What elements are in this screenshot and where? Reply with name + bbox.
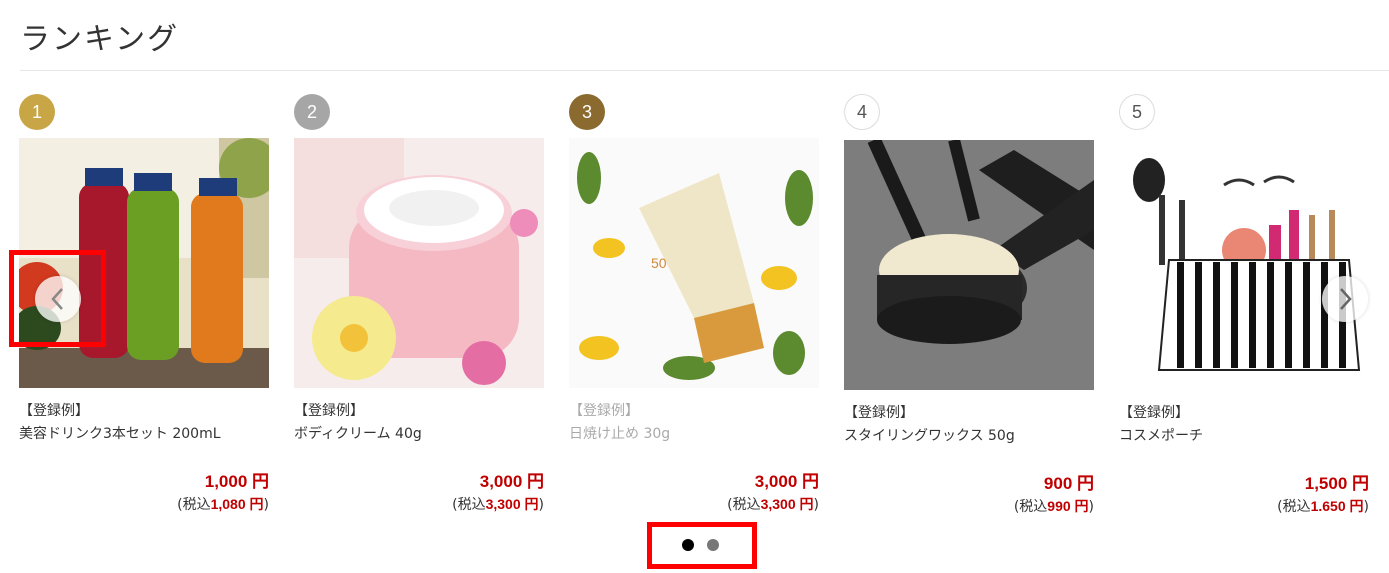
product-price: 3,000 円 bbox=[754, 472, 819, 491]
product-price-tax: (税込3,300 円) bbox=[452, 496, 544, 513]
rank-badge: 3 bbox=[569, 94, 605, 130]
product-image[interactable] bbox=[294, 138, 544, 388]
product-price-tax: (税込1,080 円) bbox=[177, 496, 269, 513]
product-name[interactable]: スタイリングワックス 50g bbox=[844, 425, 1015, 445]
highlight-box-prev-arrow bbox=[9, 250, 106, 347]
rank-badge: 5 bbox=[1119, 94, 1155, 130]
product-image[interactable] bbox=[1119, 140, 1369, 390]
product-tag: 【登録例】 bbox=[294, 403, 364, 419]
pagination-dot-2[interactable] bbox=[707, 539, 719, 551]
product-price: 1,500 円 bbox=[1304, 474, 1369, 493]
rank-badge: 1 bbox=[19, 94, 55, 130]
carousel-pagination bbox=[682, 539, 719, 551]
product-price-tax: (税込990 円) bbox=[1013, 498, 1094, 515]
product-card-3[interactable]: 3 50 【登録例】 日焼け止め 30g 3,000 円 (税込3,300 円) bbox=[569, 94, 819, 524]
product-name[interactable]: 美容ドリンク3本セット 200mL bbox=[19, 423, 221, 443]
product-tag: 【登録例】 bbox=[844, 405, 914, 421]
product-price-tax: (税込3,300 円) bbox=[727, 496, 819, 513]
product-name[interactable]: 日焼け止め 30g bbox=[569, 423, 670, 443]
product-image[interactable]: 50 bbox=[569, 138, 819, 388]
rank-badge: 2 bbox=[294, 94, 330, 130]
title-divider bbox=[20, 70, 1389, 71]
chevron-right-icon bbox=[1340, 288, 1352, 310]
section-title: ランキング bbox=[20, 22, 180, 57]
product-tag: 【登録例】 bbox=[569, 403, 639, 419]
product-card-2[interactable]: 2 【登録例】 ボディクリーム 40g 3,000 円 (税込3,300 円) bbox=[294, 94, 544, 524]
product-name[interactable]: ボディクリーム 40g bbox=[294, 423, 422, 443]
product-price-tax: (税込1.650 円) bbox=[1277, 498, 1369, 515]
carousel-next-button[interactable] bbox=[1322, 276, 1368, 322]
pagination-dot-1[interactable] bbox=[682, 539, 694, 551]
svg-text:50: 50 bbox=[651, 255, 667, 271]
product-tag: 【登録例】 bbox=[1119, 405, 1189, 421]
product-card-4[interactable]: 4 【登録例】 スタイリングワックス 50g 900 円 (税込990 円) bbox=[844, 94, 1094, 524]
product-price: 1,000 円 bbox=[204, 472, 269, 491]
rank-badge: 4 bbox=[844, 94, 880, 130]
product-tag: 【登録例】 bbox=[19, 403, 89, 419]
product-price: 3,000 円 bbox=[479, 472, 544, 491]
product-price: 900 円 bbox=[1043, 474, 1094, 493]
product-image[interactable] bbox=[844, 140, 1094, 390]
product-name[interactable]: コスメポーチ bbox=[1119, 425, 1203, 445]
